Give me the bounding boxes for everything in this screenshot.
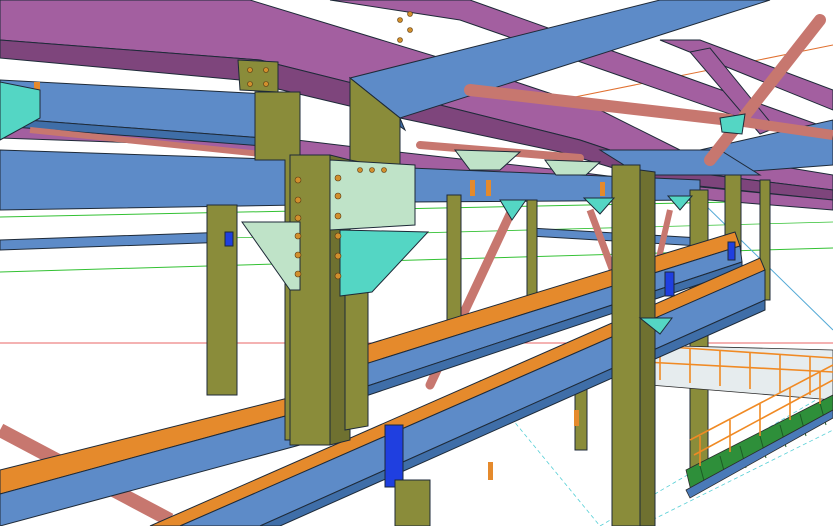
column-mid-right[interactable] xyxy=(611,164,641,526)
beam-back-left[interactable] xyxy=(0,231,231,251)
stiffener xyxy=(224,231,234,247)
stiffener xyxy=(727,241,736,261)
model-viewport[interactable] xyxy=(0,0,833,526)
column-base-front[interactable] xyxy=(394,479,431,526)
bolt xyxy=(294,214,302,222)
bolt xyxy=(334,174,342,182)
node-plate[interactable] xyxy=(719,113,746,135)
stiffener-orange xyxy=(488,462,493,480)
haunch-plate[interactable] xyxy=(241,221,301,291)
bolt xyxy=(294,251,302,259)
bolt xyxy=(334,272,342,280)
column-back-2[interactable] xyxy=(446,194,462,326)
stiffener xyxy=(664,271,675,297)
bolt xyxy=(381,167,387,173)
bolt xyxy=(294,232,302,240)
bolt xyxy=(357,167,363,173)
bolt xyxy=(407,27,413,33)
bolt xyxy=(407,11,413,17)
bolt xyxy=(294,176,302,184)
stiffener xyxy=(384,424,404,488)
bolt xyxy=(263,81,269,87)
bolt xyxy=(397,37,403,43)
bolt xyxy=(263,67,269,73)
platform-stairs[interactable] xyxy=(639,344,833,499)
bolt xyxy=(334,252,342,260)
stiffener-orange xyxy=(486,180,491,196)
steel-structure-3d-view[interactable] xyxy=(0,0,833,526)
bolt xyxy=(294,270,302,278)
bolt xyxy=(397,17,403,23)
stiffener-orange xyxy=(600,182,605,196)
column-mid-right-flange xyxy=(639,169,656,526)
bolt xyxy=(369,167,375,173)
bolt xyxy=(247,81,253,87)
stiffener-orange xyxy=(470,180,475,196)
bolt xyxy=(334,232,342,240)
bracket-plate[interactable] xyxy=(339,229,430,297)
bolt xyxy=(334,212,342,220)
column-center[interactable] xyxy=(344,284,369,431)
runway-web-front[interactable] xyxy=(179,269,766,526)
bolt xyxy=(247,67,253,73)
bolt xyxy=(294,196,302,204)
stiffener-orange xyxy=(574,410,579,426)
splice-plate[interactable] xyxy=(237,59,279,93)
bolt xyxy=(334,192,342,200)
